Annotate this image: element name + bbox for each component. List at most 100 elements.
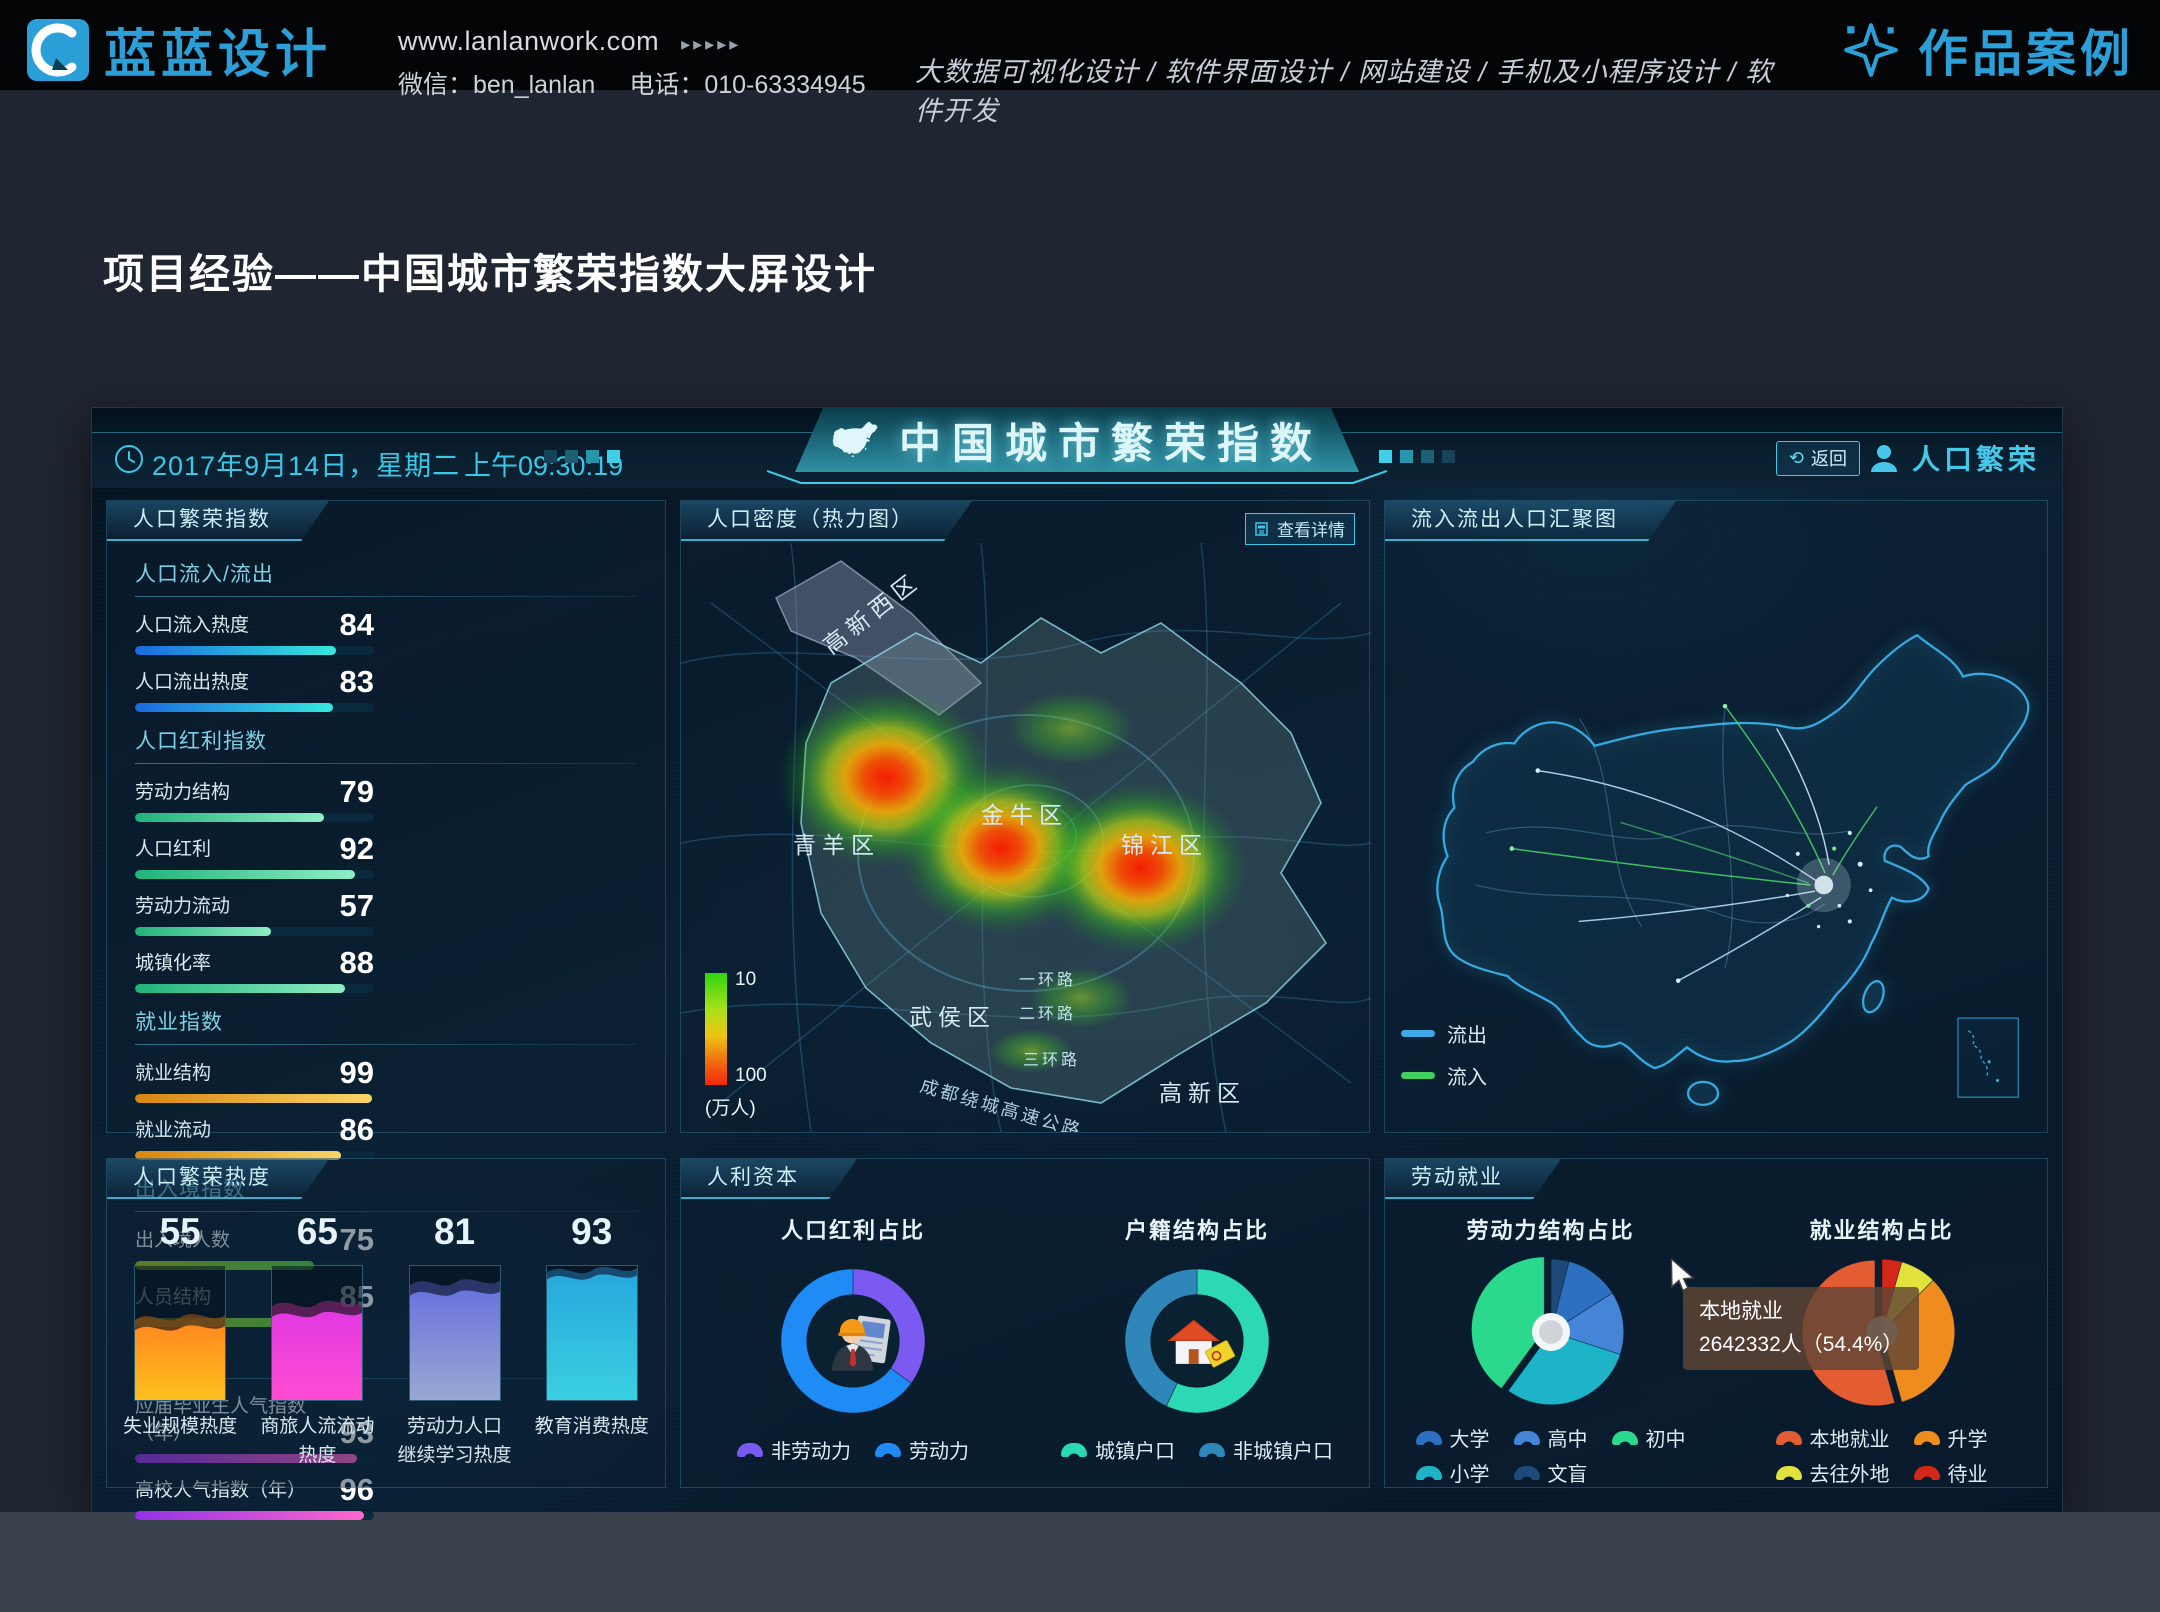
metric-bar [135, 1094, 374, 1103]
legend-item[interactable]: 非劳动力 [737, 1435, 851, 1464]
dashboard-title: 中国城市繁荣指数 [899, 410, 1323, 471]
metric-value: 86 [340, 1114, 374, 1145]
user-block[interactable]: 人口繁荣 [1868, 438, 2040, 478]
back-label: 返回 [1811, 445, 1847, 471]
legend-item[interactable]: 流入 [1401, 1061, 1487, 1090]
pie-center [1532, 1313, 1570, 1351]
district-label: 高新区 [1159, 1080, 1246, 1106]
metric-label: 劳动力流动 [135, 891, 230, 921]
china-outline [1437, 635, 2028, 1105]
legend-item[interactable]: 大学 [1416, 1423, 1490, 1452]
wechat-label: 微信：ben_lanlan [398, 71, 595, 99]
logo-text: 蓝蓝设计 [104, 12, 332, 87]
metric-label: 劳动力结构 [135, 777, 230, 807]
heat-label: 商旅人流流动热度 [253, 1413, 381, 1470]
details-label: 查看详情 [1277, 516, 1345, 541]
heat-value: 55 [160, 1211, 201, 1253]
road-label: 三环路 [1023, 1051, 1080, 1069]
chart-legend: 城镇户口非城镇户口 [1061, 1435, 1333, 1464]
tooltip-title: 本地就业 [1699, 1296, 1903, 1329]
phone-label: 电话：010-63334945 [629, 71, 865, 99]
road-label: 二环路 [1019, 1005, 1076, 1023]
heat-bar: 81 劳动力人口 继续学习热度 [391, 1211, 519, 1470]
legend-marker [1416, 1431, 1442, 1445]
sparkle-icon [1840, 19, 1902, 81]
date-text: 2017年9月14日，星期二 [152, 444, 460, 483]
site-url[interactable]: www.lanlanwork.com [398, 26, 659, 56]
metric-section: 人口流入/流出人口流入热度84人口流出热度83 [135, 558, 637, 712]
banner-chevron-line [767, 470, 1387, 486]
metric: 城镇化率88 [135, 947, 374, 993]
metric-value: 83 [340, 666, 374, 697]
donut-center [1150, 1294, 1243, 1387]
metric-bar [135, 813, 374, 822]
legend-item[interactable]: 升学 [1914, 1423, 1988, 1452]
donut-dividend [763, 1251, 943, 1431]
view-details-button[interactable]: 查看详情 [1245, 513, 1355, 545]
flow-out-marker [1401, 1030, 1435, 1037]
metric: 劳动力流动57 [135, 890, 374, 936]
district-label: 武侯区 [909, 1004, 996, 1030]
metric-label: 就业结构 [135, 1058, 211, 1088]
legend-item[interactable]: 劳动力 [875, 1435, 969, 1464]
page: 蓝蓝设计 www.lanlanwork.com▸▸▸▸▸ 微信：ben_lanl… [0, 0, 2160, 1612]
metric: 人口流入热度84 [135, 609, 374, 655]
metric-bar [135, 984, 374, 993]
portfolio-label: 作品案例 [1918, 14, 2134, 86]
metric-section: 人口红利指数劳动力结构79人口红利92劳动力流动57城镇化率88 [135, 725, 637, 993]
legend-marker [1914, 1431, 1940, 1445]
legend-item[interactable]: 文盲 [1514, 1458, 1588, 1487]
metric-bar [135, 870, 374, 879]
metric: 人口流出热度83 [135, 666, 374, 712]
legend-item[interactable]: 本地就业 [1776, 1423, 1890, 1452]
donut-center [806, 1294, 899, 1387]
section-divider [135, 1044, 637, 1045]
heat-bars: 55失业规模热度65商旅人流流动热度81劳动力人口 继续学习热度93教育消费热度 [107, 1211, 665, 1470]
heat-bar: 65商旅人流流动热度 [253, 1211, 381, 1470]
legend-label: 升学 [1948, 1423, 1988, 1452]
dashboard: 2017年9月14日，星期二 上午09:30:19 中国城市繁荣指数 ⟲ 返回 [92, 408, 2062, 1512]
details-icon [1255, 521, 1271, 537]
liquid-gauge [409, 1265, 501, 1401]
heat-label: 劳动力人口 继续学习热度 [398, 1413, 512, 1470]
legend-item[interactable]: 小学 [1416, 1458, 1490, 1487]
legend-min: 100 [735, 1065, 767, 1087]
metric-bar [135, 1511, 374, 1520]
legend-item[interactable]: 城镇户口 [1061, 1435, 1175, 1464]
legend-marker [875, 1443, 901, 1457]
heat-bar: 93教育消费热度 [528, 1211, 656, 1470]
legend-label: 大学 [1450, 1423, 1490, 1452]
legend-marker [1776, 1466, 1802, 1480]
panel-prosperity-index: 人口繁荣指数 人口流入/流出人口流入热度84人口流出热度83人口红利指数劳动力结… [106, 500, 666, 1133]
chart-labor-structure: 劳动力结构占比 大学高中初中小学文盲 [1385, 1203, 1716, 1487]
district-label: 青羊区 [793, 832, 880, 858]
flow-in-label: 流入 [1447, 1061, 1487, 1090]
legend-item[interactable]: 去往外地 [1776, 1458, 1890, 1487]
district-label: 金牛区 [981, 802, 1068, 828]
metric-value: 92 [340, 833, 374, 864]
legend-item[interactable]: 流出 [1401, 1019, 1487, 1048]
metric: 人口红利92 [135, 833, 374, 879]
portfolio-link[interactable]: 作品案例 [1840, 14, 2134, 86]
prosperity-sections: 人口流入/流出人口流入热度84人口流出热度83人口红利指数劳动力结构79人口红利… [107, 545, 665, 1132]
panel-prosperity-heat: 人口繁荣热度 55失业规模热度65商旅人流流动热度81劳动力人口 继续学习热度9… [106, 1158, 666, 1488]
legend-item[interactable]: 高中 [1514, 1423, 1588, 1452]
metric: 劳动力结构79 [135, 776, 374, 822]
legend-item[interactable]: 待业 [1914, 1458, 1988, 1487]
flow-legend: 流出 流入 [1401, 1019, 1487, 1090]
legend-marker [1776, 1431, 1802, 1445]
logo[interactable]: 蓝蓝设计 [26, 12, 332, 87]
donut-household [1107, 1251, 1287, 1431]
panel-tab: 劳动就业 [1385, 1159, 1561, 1199]
dashboard-topbar: 2017年9月14日，星期二 上午09:30:19 中国城市繁荣指数 ⟲ 返回 [92, 408, 2062, 488]
metric: 就业流动86 [135, 1114, 374, 1160]
liquid-gauge [271, 1265, 363, 1401]
metric-section: 就业指数就业结构99就业流动86 [135, 1006, 637, 1160]
back-button[interactable]: ⟲ 返回 [1776, 441, 1860, 476]
metric-bar [135, 703, 374, 712]
deco-squares-left [544, 450, 620, 463]
heat-value: 81 [434, 1211, 475, 1253]
panel-tab: 人口密度（热力图） [681, 501, 972, 541]
legend-item[interactable]: 初中 [1612, 1423, 1686, 1452]
legend-item[interactable]: 非城镇户口 [1199, 1435, 1333, 1464]
